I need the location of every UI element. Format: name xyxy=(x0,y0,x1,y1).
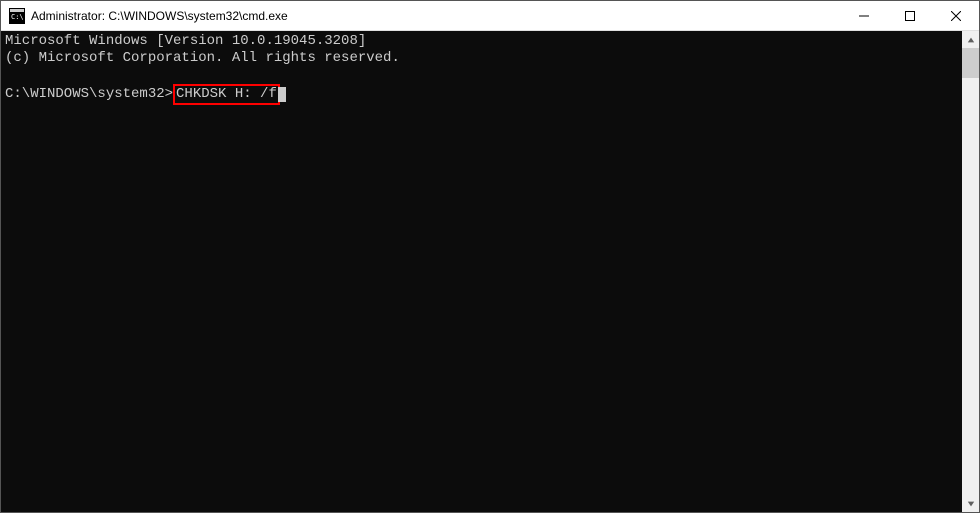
svg-text:C:\: C:\ xyxy=(11,13,24,21)
scroll-thumb[interactable] xyxy=(962,48,979,78)
command-highlight: CHKDSK H: /f xyxy=(173,84,280,105)
vertical-scrollbar[interactable] xyxy=(962,31,979,512)
version-line: Microsoft Windows [Version 10.0.19045.32… xyxy=(5,33,366,49)
copyright-line: (c) Microsoft Corporation. All rights re… xyxy=(5,50,400,66)
command-text: CHKDSK H: /f xyxy=(176,86,277,102)
close-button[interactable] xyxy=(933,1,979,30)
prompt: C:\WINDOWS\system32> xyxy=(5,86,173,102)
titlebar[interactable]: C:\ Administrator: C:\WINDOWS\system32\c… xyxy=(1,1,979,31)
cursor xyxy=(278,87,286,102)
minimize-button[interactable] xyxy=(841,1,887,30)
window-controls xyxy=(841,1,979,30)
window-title: Administrator: C:\WINDOWS\system32\cmd.e… xyxy=(31,9,841,23)
scroll-track[interactable] xyxy=(962,48,979,495)
terminal[interactable]: Microsoft Windows [Version 10.0.19045.32… xyxy=(1,31,962,512)
cmd-window: C:\ Administrator: C:\WINDOWS\system32\c… xyxy=(0,0,980,513)
cmd-icon: C:\ xyxy=(9,8,25,24)
terminal-area: Microsoft Windows [Version 10.0.19045.32… xyxy=(1,31,979,512)
scroll-up-button[interactable] xyxy=(962,31,979,48)
maximize-button[interactable] xyxy=(887,1,933,30)
scroll-down-button[interactable] xyxy=(962,495,979,512)
